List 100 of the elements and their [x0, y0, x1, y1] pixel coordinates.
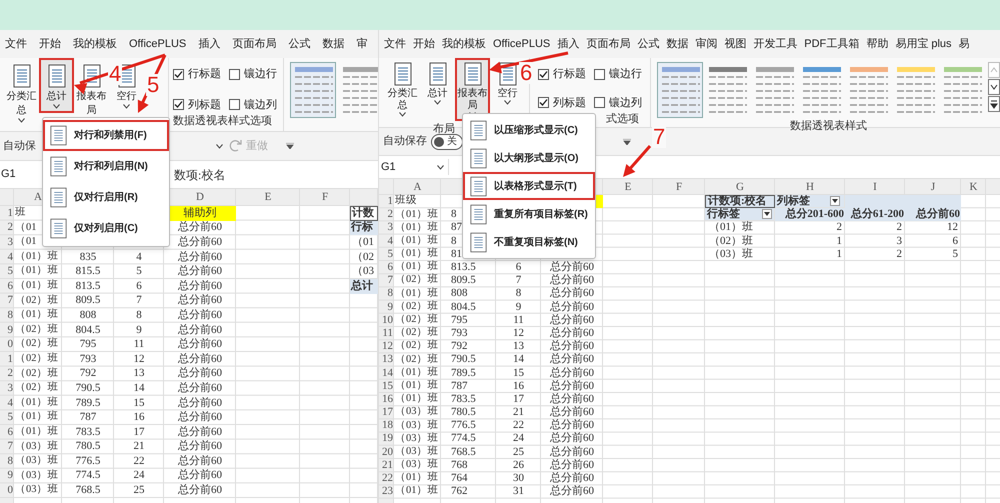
menu-tab[interactable]: 开始 — [413, 36, 435, 52]
table-cell: （02）班 — [395, 328, 438, 339]
column-header[interactable]: F — [676, 178, 682, 196]
caret-icon — [216, 144, 223, 148]
menu-tab[interactable]: 易用宝 plus — [895, 36, 952, 52]
column-header[interactable]: D — [196, 189, 204, 206]
table-cell: （02 — [352, 252, 374, 263]
column-header[interactable]: A — [414, 178, 422, 196]
column-header[interactable]: K — [970, 178, 978, 196]
table-cell: 总分前60 — [550, 446, 594, 458]
menu-tab[interactable]: 视图 — [724, 36, 746, 52]
checkbox-label: 镶边列 — [609, 96, 642, 110]
name-box[interactable]: G1 — [381, 158, 396, 176]
table-cell: 12 — [513, 328, 524, 339]
table-cell: 7 — [516, 275, 522, 286]
menu-item[interactable]: 对行和列启用(N) — [43, 151, 169, 182]
table-cell: 8 — [516, 288, 522, 300]
formula-bar[interactable]: 数项:校名 — [174, 166, 226, 184]
table-cell: （03）班 — [15, 485, 58, 496]
checkbox[interactable] — [229, 68, 240, 80]
menu-tab[interactable]: 数据 — [322, 36, 344, 52]
column-header[interactable]: F — [322, 189, 328, 206]
checkbox[interactable] — [594, 97, 605, 108]
customize-icon[interactable] — [623, 138, 631, 144]
column-header[interactable]: A — [34, 189, 42, 206]
menu-tab[interactable]: 数据 — [666, 36, 688, 52]
menu-tab[interactable]: 页面布局 — [586, 36, 630, 52]
ribbon-button[interactable]: 总计 — [420, 58, 455, 109]
style-thumbnail[interactable] — [290, 62, 336, 118]
menu-item[interactable]: 以表格形式显示(T) — [463, 172, 595, 200]
menu-tab[interactable]: 插入 — [198, 36, 220, 52]
ribbon-button[interactable]: 分类汇总 — [385, 58, 420, 121]
checkbox[interactable] — [173, 99, 184, 110]
table-cell: 87 — [451, 222, 462, 234]
table-cell: 4 — [136, 252, 142, 263]
table-cell: （01）班 — [15, 266, 58, 277]
name-box[interactable]: G1 — [0, 166, 40, 183]
table-cell: 780.5 — [451, 407, 476, 418]
menu-tab[interactable]: OfficePLUS — [129, 36, 186, 52]
menu-tab[interactable]: 文件 — [5, 36, 27, 52]
filter-button[interactable] — [762, 209, 772, 220]
menu-tab[interactable]: 易 — [958, 36, 970, 52]
table-cell: 总分201-600 — [775, 208, 845, 222]
menu-item[interactable]: 不重复项目标签(N) — [463, 228, 595, 256]
menu-tab[interactable]: OfficePLUS — [493, 36, 550, 52]
menu-tab[interactable]: 开始 — [39, 36, 61, 52]
column-header[interactable]: E — [264, 189, 272, 206]
style-thumbnail[interactable] — [657, 62, 703, 118]
table-cell: 22 — [134, 456, 144, 467]
table-cell: 1 — [836, 236, 842, 247]
checkbox[interactable] — [538, 97, 549, 108]
ribbon-button[interactable]: 报表布局 — [455, 58, 490, 121]
more-icon[interactable] — [988, 96, 1000, 112]
menu-tab[interactable]: 审阅 — [695, 36, 718, 52]
row-number: 15 — [381, 380, 394, 393]
column-header[interactable]: J — [930, 178, 936, 196]
scroll-down-icon[interactable] — [988, 79, 1000, 95]
column-header[interactable]: E — [624, 178, 632, 196]
column-header[interactable]: H — [806, 178, 814, 196]
autosave-toggle[interactable]: 关 — [431, 134, 463, 150]
customize-icon[interactable] — [286, 143, 294, 149]
menu-tab[interactable]: 公式 — [637, 36, 660, 52]
table-cell: 795 — [80, 339, 96, 350]
table-cell: 9 — [516, 302, 522, 313]
pivot-label: 行标签 — [707, 206, 740, 222]
checkbox[interactable] — [173, 68, 184, 80]
menu-tab[interactable]: 插入 — [557, 36, 580, 52]
table-cell: （02）班 — [395, 341, 438, 352]
menu-tab[interactable]: 我的模板 — [442, 36, 486, 52]
checkbox[interactable] — [229, 99, 240, 110]
menu-tab[interactable]: 页面布局 — [232, 36, 276, 52]
menu-item[interactable]: 以大纲形式显示(O) — [463, 144, 595, 172]
checkbox-label: 行标题 — [188, 67, 221, 82]
checkbox[interactable] — [538, 68, 549, 80]
table-cell: 780.5 — [76, 441, 100, 452]
column-header[interactable]: I — [873, 178, 877, 196]
menu-tab[interactable]: 帮助 — [866, 36, 888, 52]
table-cell: 2 — [896, 248, 902, 260]
row-number: 5 — [386, 248, 394, 261]
checkbox[interactable] — [594, 68, 605, 80]
ribbon-button[interactable]: 分类汇总 — [4, 58, 39, 127]
menu-tab[interactable]: 开发工具 — [753, 36, 798, 52]
menu-tab[interactable]: 文件 — [384, 36, 406, 52]
menu-item[interactable]: 重复所有项目标签(R) — [463, 200, 595, 228]
menu-tab[interactable]: 审 — [356, 36, 368, 52]
table-cell: 7 — [136, 295, 142, 306]
table-cell: 768.5 — [451, 446, 476, 458]
table-cell: 762 — [451, 486, 468, 498]
menu-tab[interactable]: 公式 — [288, 36, 310, 52]
filter-button[interactable] — [830, 196, 840, 206]
row-number: 17 — [381, 406, 394, 420]
table-cell: 768 — [451, 460, 468, 471]
column-header[interactable]: G — [736, 178, 744, 196]
table-cell: 783.5 — [76, 426, 100, 438]
table-cell: （01）班 — [395, 380, 438, 392]
menu-tab[interactable]: PDF工具箱 — [804, 36, 860, 52]
row-number: 3 — [6, 381, 14, 396]
menu-item[interactable]: 对行和列禁用(F) — [43, 120, 169, 151]
menu-tab[interactable]: 我的模板 — [73, 36, 117, 52]
ribbon-button[interactable]: 总计 — [39, 58, 74, 113]
